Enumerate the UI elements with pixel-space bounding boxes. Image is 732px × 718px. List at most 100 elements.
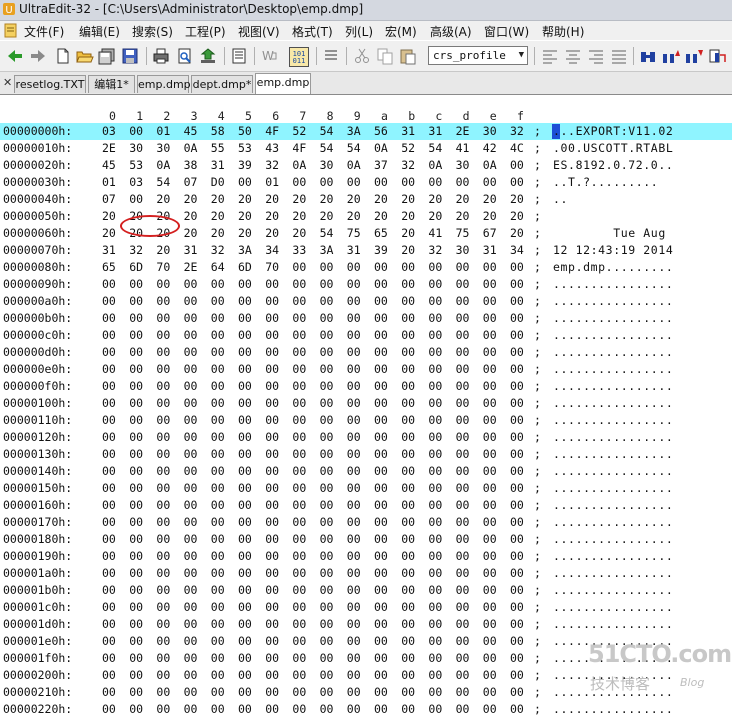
hex-byte[interactable]: 00 xyxy=(292,396,306,410)
hex-byte[interactable]: 00 xyxy=(428,345,442,359)
hex-byte[interactable]: 00 xyxy=(211,600,225,614)
hex-byte[interactable]: 00 xyxy=(428,362,442,376)
hex-byte[interactable]: 67 xyxy=(483,226,497,240)
hex-byte[interactable]: 00 xyxy=(483,464,497,478)
hex-byte[interactable]: 00 xyxy=(510,651,524,665)
ascii-text[interactable]: ................ xyxy=(553,583,673,597)
hex-byte[interactable]: 00 xyxy=(483,328,497,342)
hex-byte[interactable]: 00 xyxy=(129,192,143,206)
hex-byte[interactable]: 33 xyxy=(292,243,306,257)
hex-byte[interactable]: 00 xyxy=(428,498,442,512)
hex-byte[interactable]: 00 xyxy=(510,328,524,342)
hex-byte[interactable]: 20 xyxy=(265,209,279,223)
hex-byte[interactable]: 00 xyxy=(510,685,524,699)
hex-byte[interactable]: 00 xyxy=(428,549,442,563)
hex-byte[interactable]: 00 xyxy=(428,685,442,699)
hex-byte[interactable]: 00 xyxy=(129,668,143,682)
hex-byte[interactable]: 00 xyxy=(510,362,524,376)
hex-byte[interactable]: 00 xyxy=(156,668,170,682)
hex-byte[interactable]: 00 xyxy=(456,532,470,546)
hex-byte[interactable]: 00 xyxy=(347,481,361,495)
hex-byte[interactable]: 2E xyxy=(184,260,198,274)
hex-byte[interactable]: 00 xyxy=(347,685,361,699)
hex-byte[interactable]: 00 xyxy=(483,430,497,444)
hex-byte[interactable]: 03 xyxy=(129,175,143,189)
hex-byte[interactable]: 42 xyxy=(483,141,497,155)
hex-byte[interactable]: 00 xyxy=(401,362,415,376)
hex-byte[interactable]: 00 xyxy=(510,668,524,682)
hex-byte[interactable]: 54 xyxy=(428,141,442,155)
find-prev-icon[interactable] xyxy=(685,47,703,65)
hex-byte[interactable]: 00 xyxy=(320,345,334,359)
hex-byte[interactable]: 00 xyxy=(184,566,198,580)
hex-byte[interactable]: 00 xyxy=(156,345,170,359)
hex-byte[interactable]: 00 xyxy=(129,311,143,325)
hex-byte[interactable]: 00 xyxy=(320,379,334,393)
hex-byte[interactable]: 00 xyxy=(265,583,279,597)
hex-byte[interactable]: 30 xyxy=(483,124,497,138)
hex-byte[interactable]: 00 xyxy=(211,651,225,665)
hex-byte[interactable]: 31 xyxy=(347,243,361,257)
hex-byte[interactable]: 00 xyxy=(129,532,143,546)
hex-byte[interactable]: 00 xyxy=(401,566,415,580)
ascii-text[interactable]: ................ xyxy=(553,617,673,631)
hex-byte[interactable]: 00 xyxy=(102,702,116,716)
hex-byte[interactable]: 00 xyxy=(456,362,470,376)
hex-byte[interactable]: 00 xyxy=(401,481,415,495)
hex-byte[interactable]: 4F xyxy=(265,124,279,138)
hex-byte[interactable]: 00 xyxy=(374,685,388,699)
hex-byte[interactable]: 00 xyxy=(129,413,143,427)
hex-byte[interactable]: 00 xyxy=(129,634,143,648)
hex-byte[interactable]: 00 xyxy=(156,362,170,376)
hex-byte[interactable]: 00 xyxy=(456,481,470,495)
hex-byte[interactable]: 30 xyxy=(320,158,334,172)
hex-byte[interactable]: 00 xyxy=(456,175,470,189)
hex-byte[interactable]: 00 xyxy=(211,583,225,597)
hex-byte[interactable]: 00 xyxy=(456,413,470,427)
hex-byte[interactable]: 20 xyxy=(238,192,252,206)
hex-byte[interactable]: 00 xyxy=(401,583,415,597)
hex-byte[interactable]: 20 xyxy=(211,226,225,240)
hex-byte[interactable]: 00 xyxy=(456,464,470,478)
hex-byte[interactable]: 00 xyxy=(238,294,252,308)
hex-byte[interactable]: 00 xyxy=(102,515,116,529)
new-file-icon[interactable] xyxy=(54,47,72,65)
hex-byte[interactable]: 20 xyxy=(102,209,116,223)
hex-row[interactable]: 00000020h: 45 53 0A 38 31 39 32 0A 30 0A 37 32 0A 30 0A… xyxy=(0,157,732,174)
hex-byte[interactable]: 00 xyxy=(265,464,279,478)
hex-byte[interactable]: 20 xyxy=(156,243,170,257)
hex-byte[interactable]: 00 xyxy=(184,447,198,461)
hex-byte[interactable]: 00 xyxy=(456,651,470,665)
hex-byte[interactable]: 56 xyxy=(374,124,388,138)
hex-byte[interactable]: 00 xyxy=(401,651,415,665)
hex-byte[interactable]: 00 xyxy=(347,464,361,478)
hex-byte[interactable]: 00 xyxy=(265,702,279,716)
hex-byte[interactable]: 00 xyxy=(374,515,388,529)
hex-byte[interactable]: 00 xyxy=(483,634,497,648)
hex-byte[interactable]: 00 xyxy=(483,702,497,716)
menu-column[interactable]: 列(L) xyxy=(345,23,373,40)
hex-byte[interactable]: 07 xyxy=(102,192,116,206)
hex-byte[interactable]: 3A xyxy=(320,243,334,257)
hex-byte[interactable]: 20 xyxy=(456,209,470,223)
hex-byte[interactable]: 00 xyxy=(510,396,524,410)
hex-byte[interactable]: 00 xyxy=(184,277,198,291)
hex-byte[interactable]: 00 xyxy=(428,668,442,682)
hex-byte[interactable]: 20 xyxy=(292,209,306,223)
hex-byte[interactable]: 00 xyxy=(292,277,306,291)
hex-byte[interactable]: 75 xyxy=(347,226,361,240)
hex-byte[interactable]: 00 xyxy=(347,277,361,291)
hex-byte[interactable]: 00 xyxy=(129,328,143,342)
hex-byte[interactable]: 45 xyxy=(102,158,116,172)
hex-byte[interactable]: 00 xyxy=(156,634,170,648)
hex-byte[interactable]: 00 xyxy=(156,515,170,529)
hex-byte[interactable]: 54 xyxy=(320,226,334,240)
open-file-icon[interactable] xyxy=(76,47,94,65)
hex-byte[interactable]: 39 xyxy=(238,158,252,172)
hex-byte[interactable]: 00 xyxy=(320,413,334,427)
hex-row[interactable]: 00000030h: 01 03 54 07 D0 00 01 00 00 00 00 00 00 00 00… xyxy=(0,174,732,191)
hex-byte[interactable]: 20 xyxy=(510,192,524,206)
hex-byte[interactable]: 00 xyxy=(238,430,252,444)
ascii-text[interactable]: ................ xyxy=(553,600,673,614)
ultraedit-app-icon[interactable]: U xyxy=(2,2,16,16)
